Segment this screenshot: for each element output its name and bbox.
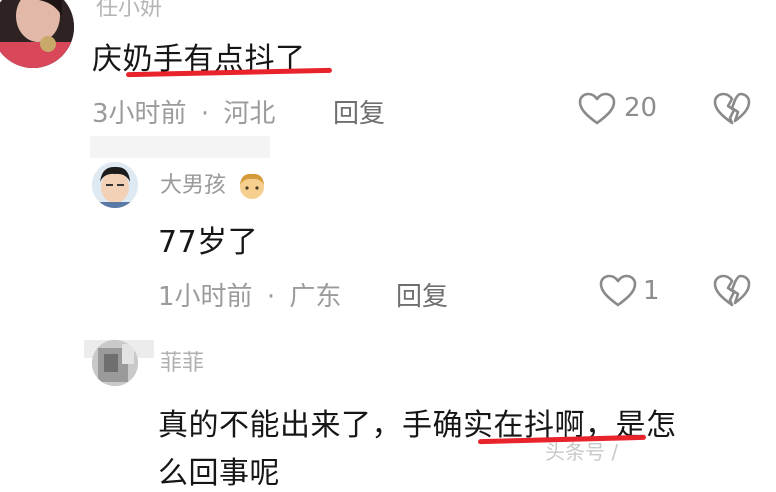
broken-heart-icon[interactable] bbox=[713, 274, 751, 308]
commenter-name[interactable]: 大男孩 bbox=[160, 167, 267, 201]
comment-meta: 1小时前 · 广东 bbox=[158, 276, 341, 313]
commenter-avatar[interactable] bbox=[92, 162, 138, 208]
comment-text: 77岁了 bbox=[158, 225, 259, 260]
like-count: 20 bbox=[624, 93, 658, 123]
broken-heart-icon[interactable] bbox=[713, 92, 751, 126]
comment-time: 1小时前 bbox=[158, 282, 253, 312]
man-emoji-icon bbox=[237, 171, 267, 201]
comment-meta: 3小时前 · 河北 bbox=[92, 93, 275, 130]
commenter-avatar[interactable] bbox=[0, 0, 74, 68]
like-count: 1 bbox=[643, 276, 660, 306]
commenter-name[interactable]: 任小妍 bbox=[96, 0, 162, 22]
comment-location: 广东 bbox=[289, 282, 342, 312]
heart-outline-icon[interactable] bbox=[578, 92, 616, 126]
meta-separator: · bbox=[200, 99, 210, 129]
comment-text-line2: 么回事呢 bbox=[158, 456, 280, 491]
heart-outline-icon[interactable] bbox=[599, 274, 637, 308]
image-band bbox=[90, 136, 270, 158]
commenter-avatar[interactable] bbox=[92, 340, 138, 386]
meta-separator: · bbox=[266, 282, 276, 312]
commenter-name-text: 大男孩 bbox=[160, 173, 227, 198]
commenter-name[interactable]: 菲菲 bbox=[160, 345, 204, 377]
comment-time: 3小时前 bbox=[92, 99, 187, 129]
reply-button[interactable]: 回复 bbox=[333, 93, 385, 130]
watermark: 头条号 / bbox=[545, 440, 619, 464]
comment-location: 河北 bbox=[223, 99, 276, 129]
reply-button[interactable]: 回复 bbox=[396, 276, 448, 313]
